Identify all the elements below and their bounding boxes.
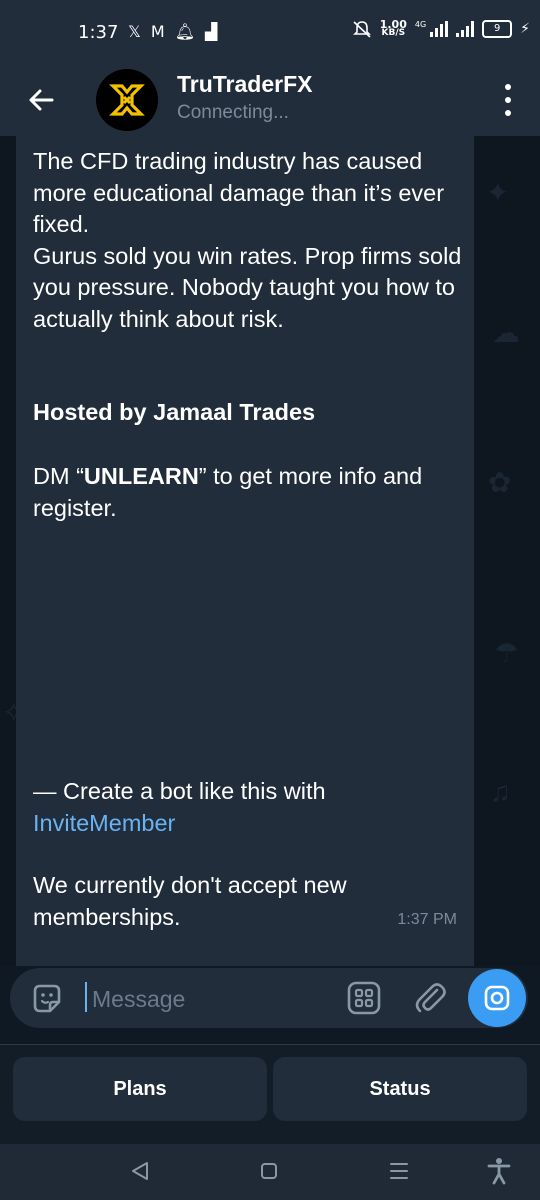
message-hosted-by: Hosted by Jamaal Trades [33, 399, 316, 425]
camera-icon [484, 985, 510, 1011]
sticker-button[interactable] [30, 982, 64, 1016]
message-bot-line: — Create a bot like this with InviteMembe… [33, 778, 326, 836]
trutrader-logo [109, 84, 145, 116]
nav-home-button[interactable] [254, 1156, 284, 1186]
system-nav-bar [0, 1144, 540, 1200]
wallpaper-doodle-icon: ♫ [490, 776, 511, 807]
message-paragraph: The CFD trading industry has caused more… [33, 148, 462, 332]
signal-app-icon: ▟ [205, 22, 218, 41]
network-type: 4G [414, 20, 427, 29]
net-speed: 1.00 KB/S [379, 18, 407, 38]
channel-avatar[interactable] [96, 69, 158, 131]
plans-button[interactable]: Plans [13, 1057, 267, 1121]
message-input[interactable] [90, 978, 334, 1020]
nav-recents-button[interactable] [384, 1156, 414, 1186]
triangle-back-icon [132, 1162, 148, 1180]
charging-icon: ⚡︎ [520, 21, 530, 37]
accessibility-button[interactable] [484, 1156, 514, 1186]
dot-icon [505, 110, 511, 116]
message-dm-line: DM “UNLEARN” to get more info and regist… [33, 463, 423, 521]
dot-icon [505, 84, 511, 90]
x-app-icon: 𝕏 [128, 22, 141, 41]
status-button[interactable]: Status [273, 1057, 527, 1121]
wallpaper-doodle-icon: ✿ [488, 467, 512, 498]
more-options-button[interactable] [498, 82, 518, 118]
wallpaper-doodle-icon: ✦ [486, 177, 510, 208]
battery-icon: 9 [482, 20, 513, 38]
status-time: 1:37 [78, 22, 119, 43]
invitemember-link[interactable]: InviteMember [33, 810, 175, 836]
bot-keyboard: Plans Status [0, 1044, 540, 1145]
accessibility-icon [487, 1158, 511, 1185]
back-button[interactable] [22, 80, 62, 120]
menu-lines-icon [390, 1163, 408, 1179]
signal-strength-icon [430, 21, 449, 37]
message-closing: We currently don't accept new membership… [33, 872, 347, 930]
paperclip-icon [415, 983, 446, 1013]
square-home-icon [261, 1163, 277, 1179]
nav-back-button[interactable] [125, 1156, 155, 1186]
camera-button[interactable] [468, 969, 526, 1027]
wallpaper-doodle-icon: ☁ [492, 317, 520, 348]
dm-keyword: UNLEARN [83, 463, 199, 489]
message-input-bar [10, 968, 528, 1028]
chat-header: TruTraderFX Connecting... [0, 64, 540, 136]
chat-area[interactable]: ✦ ☁ ✿ ☂ ♫ ✧ The CFD trading industry has… [0, 136, 540, 966]
mute-icon [352, 21, 371, 38]
status-icons: 1.00 KB/S 4G 9 ⚡︎ [352, 18, 530, 38]
attach-button[interactable] [410, 978, 450, 1018]
message-bubble[interactable]: The CFD trading industry has caused more… [16, 136, 474, 966]
dot-icon [505, 97, 511, 103]
gmail-icon: M [150, 22, 165, 41]
status-bar: 1:37 𝕏 M 🔔︎ ▟ 1.00 KB/S 4G 9 ⚡︎ [0, 0, 540, 64]
bell-icon: 🔔︎ [174, 22, 196, 41]
bot-keyboard-icon [347, 981, 381, 1015]
notification-icons: 𝕏 M 🔔︎ ▟ [128, 22, 217, 41]
bot-commands-button[interactable] [346, 980, 382, 1016]
arrow-left-icon [29, 89, 54, 111]
chat-title[interactable]: TruTraderFX [177, 71, 312, 98]
chat-status: Connecting... [177, 102, 289, 123]
wallpaper-doodle-icon: ☂ [494, 637, 520, 668]
message-time: 1:37 PM [397, 911, 457, 928]
text-caret [85, 982, 87, 1012]
signal-strength-2-icon [456, 21, 475, 37]
sticker-icon [33, 984, 61, 1013]
